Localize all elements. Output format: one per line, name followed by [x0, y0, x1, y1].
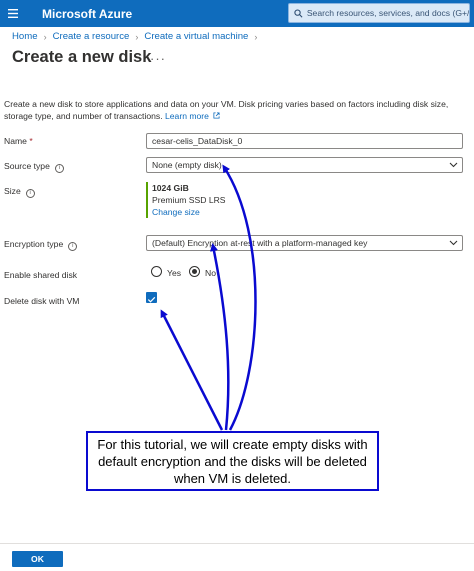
chevron-right-icon: › [43, 31, 47, 42]
search-input[interactable]: Search resources, services, and docs (G+… [288, 3, 470, 23]
breadcrumb-create-resource[interactable]: Create a resource [53, 31, 130, 42]
description-text: Create a new disk to store applications … [4, 99, 449, 121]
delete-with-vm-label: Delete disk with VM [4, 296, 80, 306]
breadcrumb-create-vm[interactable]: Create a virtual machine [144, 31, 248, 42]
shared-disk-yes-radio[interactable] [151, 266, 162, 277]
info-icon[interactable]: i [68, 242, 78, 251]
shared-disk-no-label: No [205, 268, 216, 278]
name-field[interactable]: cesar-celis_DataDisk_0 [146, 133, 463, 149]
change-size-link[interactable]: Change size [152, 206, 226, 218]
shared-disk-yes-label: Yes [167, 268, 182, 278]
chevron-down-icon [449, 240, 458, 246]
info-icon[interactable]: i [54, 164, 64, 173]
page-description: Create a new disk to store applications … [4, 98, 470, 122]
size-summary: 1024 GiB Premium SSD LRS Change size [146, 182, 226, 218]
chevron-down-icon [449, 162, 458, 168]
arrow-to-delete-checkbox [160, 309, 224, 431]
chevron-right-icon: › [135, 31, 139, 42]
source-type-value: None (empty disk) [152, 160, 222, 170]
size-tier: Premium SSD LRS [152, 195, 226, 205]
learn-more-link[interactable]: Learn more [165, 111, 220, 121]
encryption-type-dropdown[interactable]: (Default) Encryption at-rest with a plat… [146, 235, 463, 251]
shared-disk-label: Enable shared disk [4, 270, 78, 280]
more-options-icon[interactable]: ··· [150, 51, 166, 66]
ok-button[interactable]: OK [12, 551, 63, 567]
arrow-to-source-type [222, 164, 257, 431]
tutorial-callout: For this tutorial, we will create empty … [86, 431, 379, 491]
chevron-right-icon: › [254, 31, 258, 42]
size-amount: 1024 GiB [152, 183, 189, 193]
search-icon [294, 8, 303, 18]
search-placeholder: Search resources, services, and docs (G+… [306, 8, 469, 18]
portal-brand[interactable]: Microsoft Azure [42, 7, 132, 21]
source-type-label: Source type i [4, 161, 64, 173]
external-link-icon [213, 112, 220, 119]
encryption-type-label: Encryption type i [4, 239, 78, 251]
delete-with-vm-checkbox[interactable] [146, 292, 157, 303]
checkmark-icon [147, 296, 156, 303]
menu-icon[interactable] [0, 0, 26, 27]
source-type-dropdown[interactable]: None (empty disk) [146, 157, 463, 173]
name-value: cesar-celis_DataDisk_0 [152, 136, 243, 146]
size-label: Size i [4, 186, 35, 198]
footer-divider [0, 543, 474, 544]
info-icon[interactable]: i [25, 189, 35, 198]
encryption-type-value: (Default) Encryption at-rest with a plat… [152, 238, 368, 248]
shared-disk-no-radio[interactable] [189, 266, 200, 277]
page-title: Create a new disk [12, 48, 152, 66]
name-label: Name * [4, 136, 33, 146]
breadcrumb: Home › Create a resource › Create a virt… [12, 31, 263, 42]
breadcrumb-home[interactable]: Home [12, 31, 38, 42]
